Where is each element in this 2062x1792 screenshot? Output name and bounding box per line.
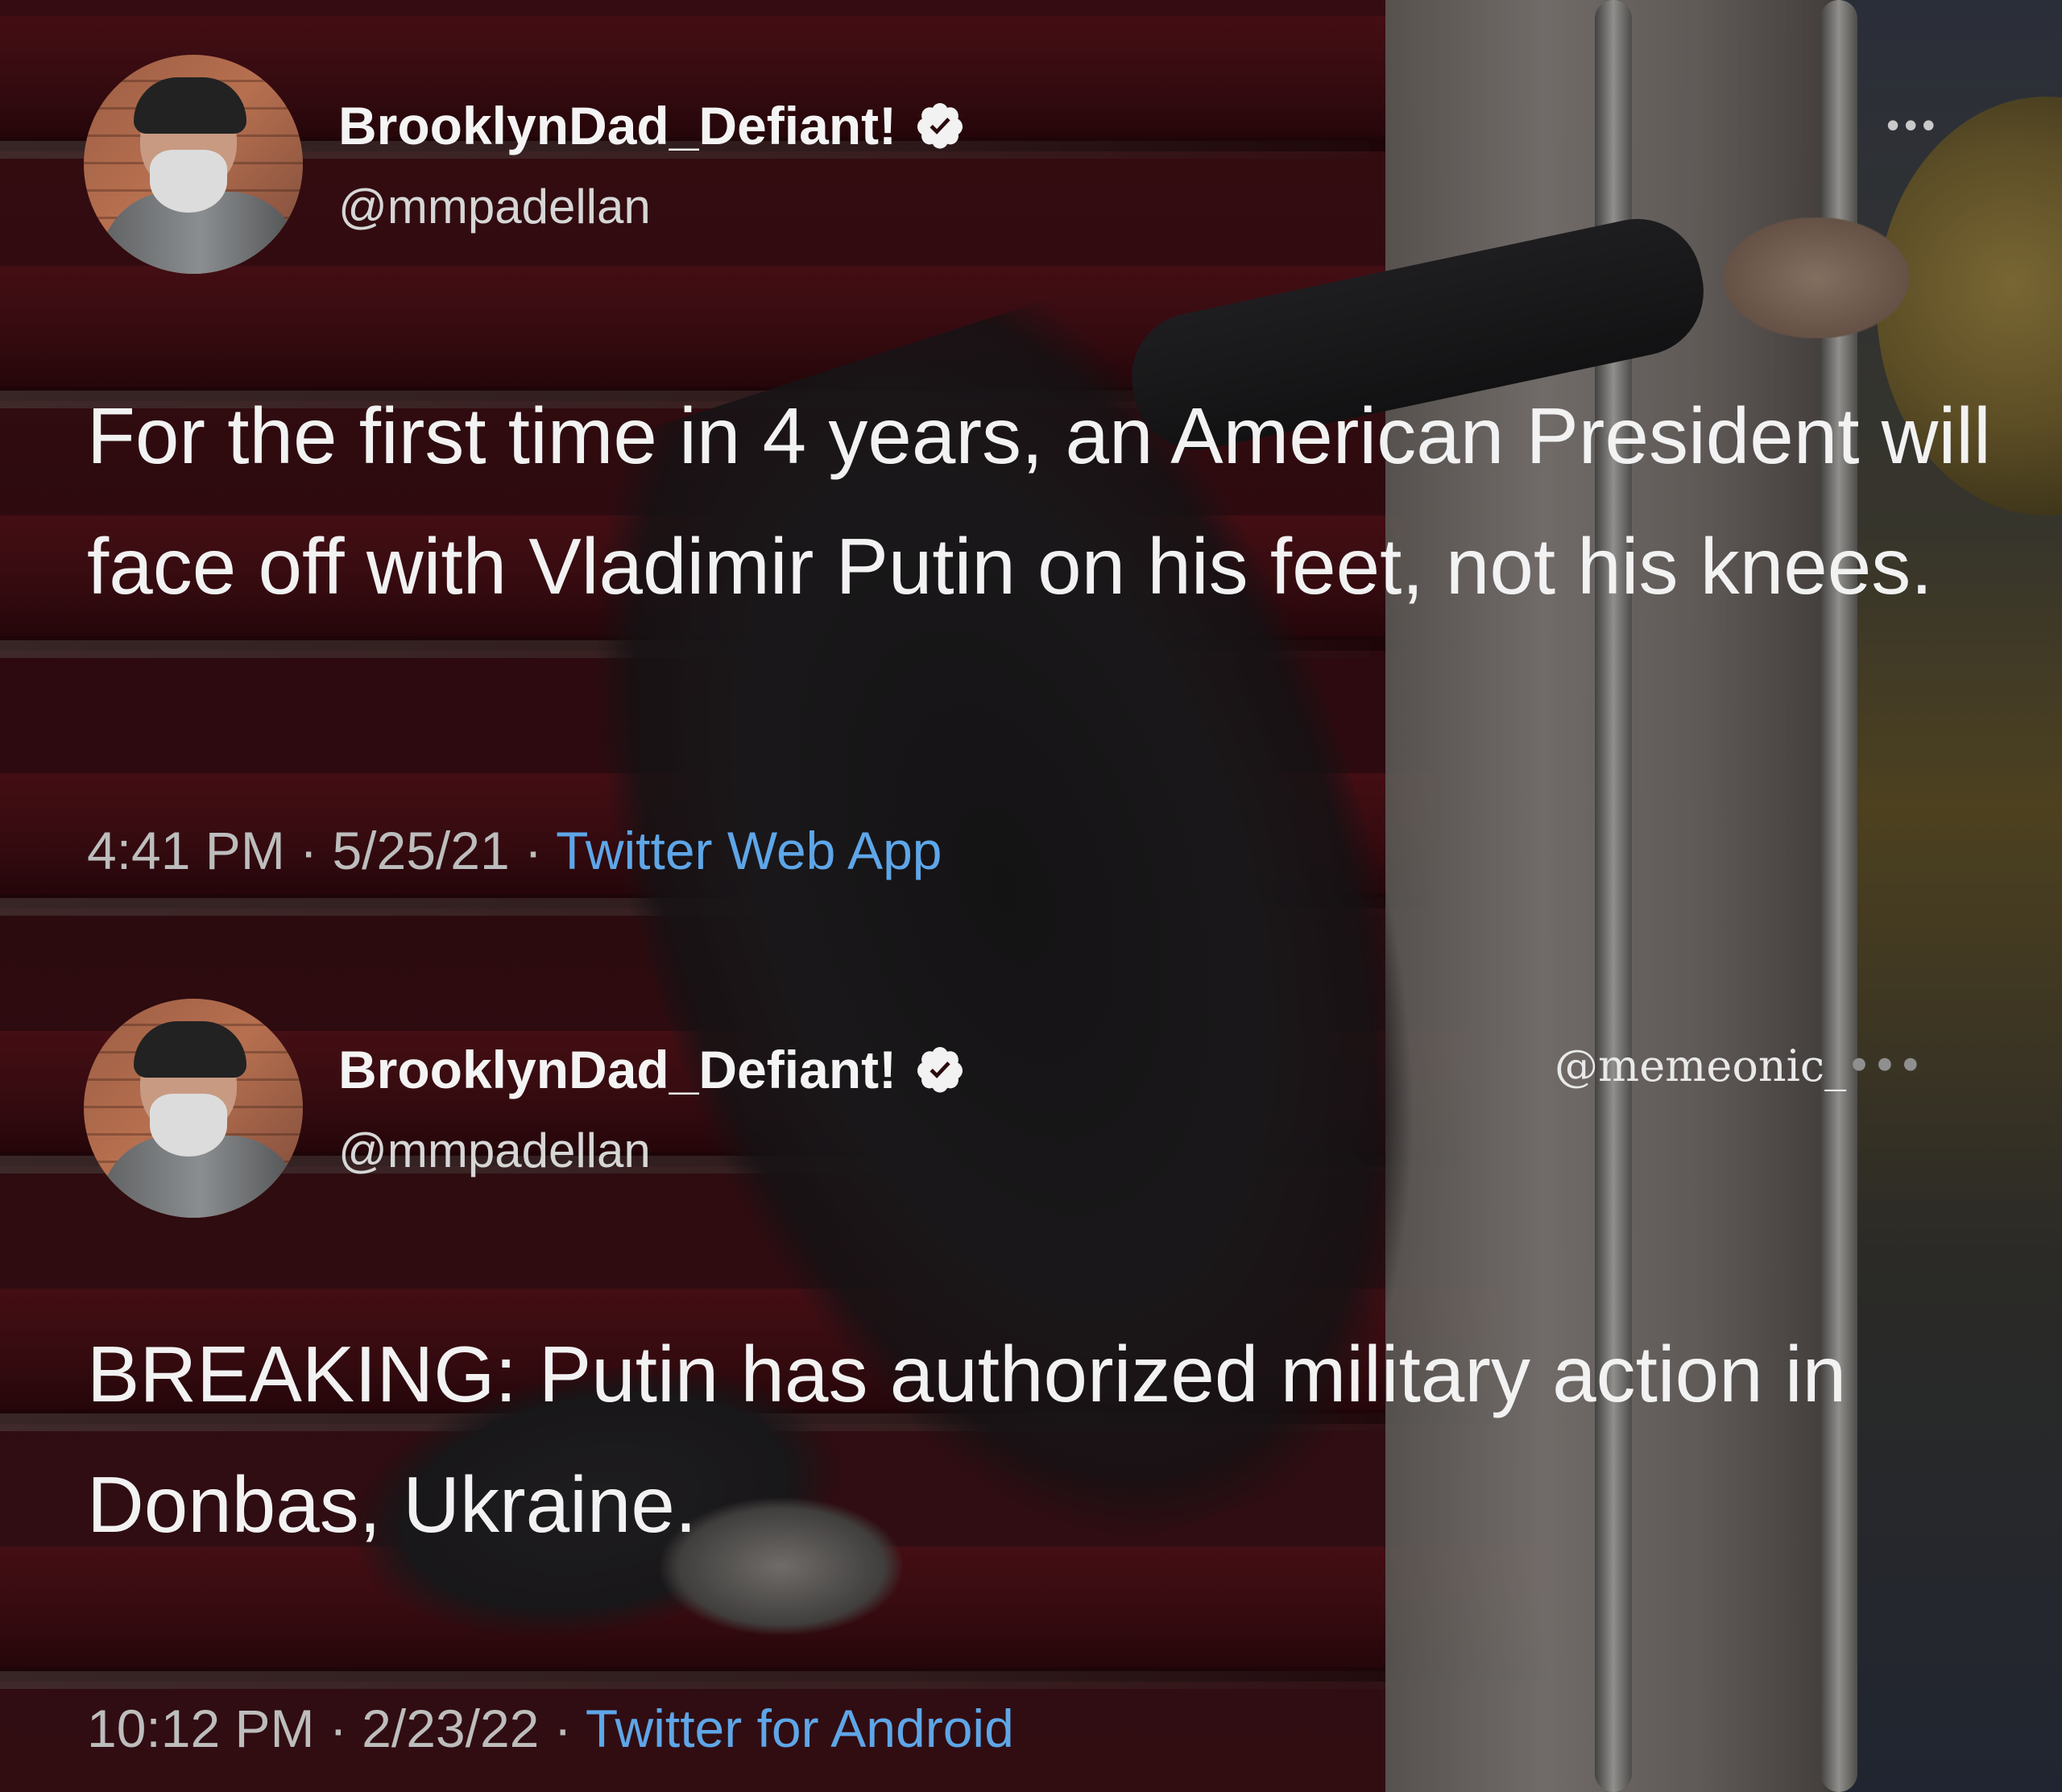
separator: ·	[553, 1699, 572, 1758]
verified-badge-icon	[917, 103, 963, 149]
avatar[interactable]	[84, 55, 303, 274]
watermark-trail: •••	[1846, 1041, 1923, 1091]
separator: ·	[524, 821, 543, 880]
handle[interactable]: @mmpadellan	[338, 1123, 651, 1178]
tweet-time[interactable]: 10:12 PM	[87, 1699, 315, 1758]
verified-badge-icon	[917, 1047, 963, 1093]
watermark-text: @memeonic_	[1555, 1041, 1847, 1091]
watermark: @memeonic_•••	[1555, 1041, 1923, 1091]
separator: ·	[300, 821, 318, 880]
author-row: BrooklynDad_Defiant!	[338, 1039, 966, 1100]
handle[interactable]: @mmpadellan	[338, 179, 651, 234]
avatar[interactable]	[84, 999, 303, 1218]
display-name[interactable]: BrooklynDad_Defiant!	[338, 95, 896, 156]
tweet-text: BREAKING: Putin has authorized military …	[87, 1330, 1847, 1549]
more-options-icon[interactable]: •••	[1886, 103, 1940, 147]
tweet-date[interactable]: 5/25/21	[332, 821, 509, 880]
tweet-source-link[interactable]: Twitter Web App	[556, 821, 942, 880]
tweet-time[interactable]: 4:41 PM	[87, 821, 285, 880]
separator: ·	[329, 1699, 347, 1758]
tweet-date[interactable]: 2/23/22	[362, 1699, 539, 1758]
tweet-text: For the first time in 4 years, an Americ…	[87, 391, 1991, 610]
tweet-meta: 4:41 PM · 5/25/21 · Twitter Web App	[87, 820, 942, 881]
tweet-meta: 10:12 PM · 2/23/22 · Twitter for Android	[87, 1698, 1014, 1759]
tweet-source-link[interactable]: Twitter for Android	[586, 1699, 1014, 1758]
display-name[interactable]: BrooklynDad_Defiant!	[338, 1039, 896, 1100]
author-row: BrooklynDad_Defiant!	[338, 95, 966, 156]
